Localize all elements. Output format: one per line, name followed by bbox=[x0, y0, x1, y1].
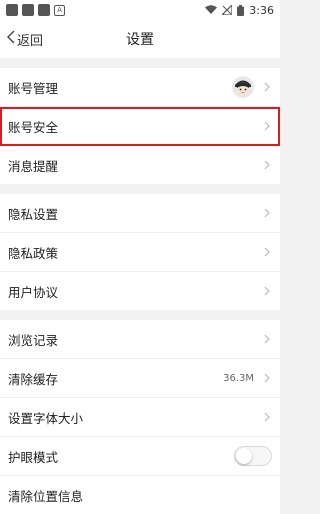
message-reminder-row[interactable]: 消息提醒 bbox=[0, 146, 280, 184]
cache-size: 36.3M bbox=[223, 372, 254, 384]
account-security-row[interactable]: 账号安全 bbox=[0, 107, 280, 146]
chevron-right-icon bbox=[262, 412, 272, 422]
chevron-left-icon bbox=[6, 30, 15, 48]
row-label: 消息提醒 bbox=[8, 158, 59, 174]
toggle-knob bbox=[236, 448, 252, 464]
clock-time: 3:36 bbox=[249, 3, 274, 17]
section-gap bbox=[0, 310, 280, 320]
row-label: 隐私设置 bbox=[8, 206, 59, 222]
account-group: 账号管理 账号安全 消息提醒 bbox=[0, 68, 280, 184]
font-notification-icon: A bbox=[54, 4, 65, 16]
user-agreement-row[interactable]: 用户协议 bbox=[0, 272, 280, 310]
section-gap bbox=[0, 184, 280, 194]
nav-bar: 返回 设置 bbox=[0, 20, 280, 58]
row-label: 账号管理 bbox=[8, 80, 59, 96]
status-bar: A 3:36 bbox=[0, 0, 280, 20]
row-label: 账号安全 bbox=[8, 119, 59, 135]
eye-protection-row: 护眼模式 bbox=[0, 437, 280, 476]
chevron-right-icon bbox=[262, 286, 272, 296]
browse-history-row[interactable]: 浏览记录 bbox=[0, 320, 280, 359]
row-label: 清除位置信息 bbox=[8, 488, 84, 504]
clear-cache-row[interactable]: 清除缓存 36.3M bbox=[0, 359, 280, 398]
chevron-right-icon bbox=[262, 247, 272, 257]
chevron-right-icon bbox=[262, 121, 272, 131]
row-label: 浏览记录 bbox=[8, 332, 59, 348]
notification-icon bbox=[22, 4, 34, 16]
section-gap bbox=[0, 58, 280, 68]
back-label: 返回 bbox=[17, 33, 44, 49]
chevron-right-icon bbox=[262, 208, 272, 218]
row-label: 设置字体大小 bbox=[8, 410, 84, 426]
clear-location-row[interactable]: 清除位置信息 bbox=[0, 476, 280, 514]
eye-protection-toggle[interactable] bbox=[234, 446, 272, 466]
privacy-settings-row[interactable]: 隐私设置 bbox=[0, 194, 280, 233]
page-title: 设置 bbox=[126, 32, 154, 48]
back-button[interactable]: 返回 bbox=[6, 20, 43, 58]
avatar bbox=[232, 76, 254, 98]
battery-icon bbox=[237, 4, 245, 16]
row-label: 清除缓存 bbox=[8, 371, 59, 387]
signal-icon bbox=[222, 5, 233, 15]
chevron-right-icon bbox=[262, 160, 272, 170]
notification-icons: A bbox=[6, 4, 65, 16]
row-label: 隐私政策 bbox=[8, 245, 59, 261]
notification-icon bbox=[38, 4, 50, 16]
wifi-icon bbox=[205, 5, 218, 15]
privacy-policy-row[interactable]: 隐私政策 bbox=[0, 233, 280, 272]
row-label: 用户协议 bbox=[8, 284, 59, 300]
font-size-row[interactable]: 设置字体大小 bbox=[0, 398, 280, 437]
chevron-right-icon bbox=[262, 334, 272, 344]
account-management-row[interactable]: 账号管理 bbox=[0, 68, 280, 107]
chevron-right-icon bbox=[262, 373, 272, 383]
row-label: 护眼模式 bbox=[8, 449, 59, 465]
misc-group: 浏览记录 清除缓存 36.3M 设置字体大小 护眼模式 清除位置信息 bbox=[0, 320, 280, 514]
notification-icon bbox=[6, 4, 18, 16]
chevron-right-icon bbox=[262, 82, 272, 92]
privacy-group: 隐私设置 隐私政策 用户协议 bbox=[0, 194, 280, 310]
